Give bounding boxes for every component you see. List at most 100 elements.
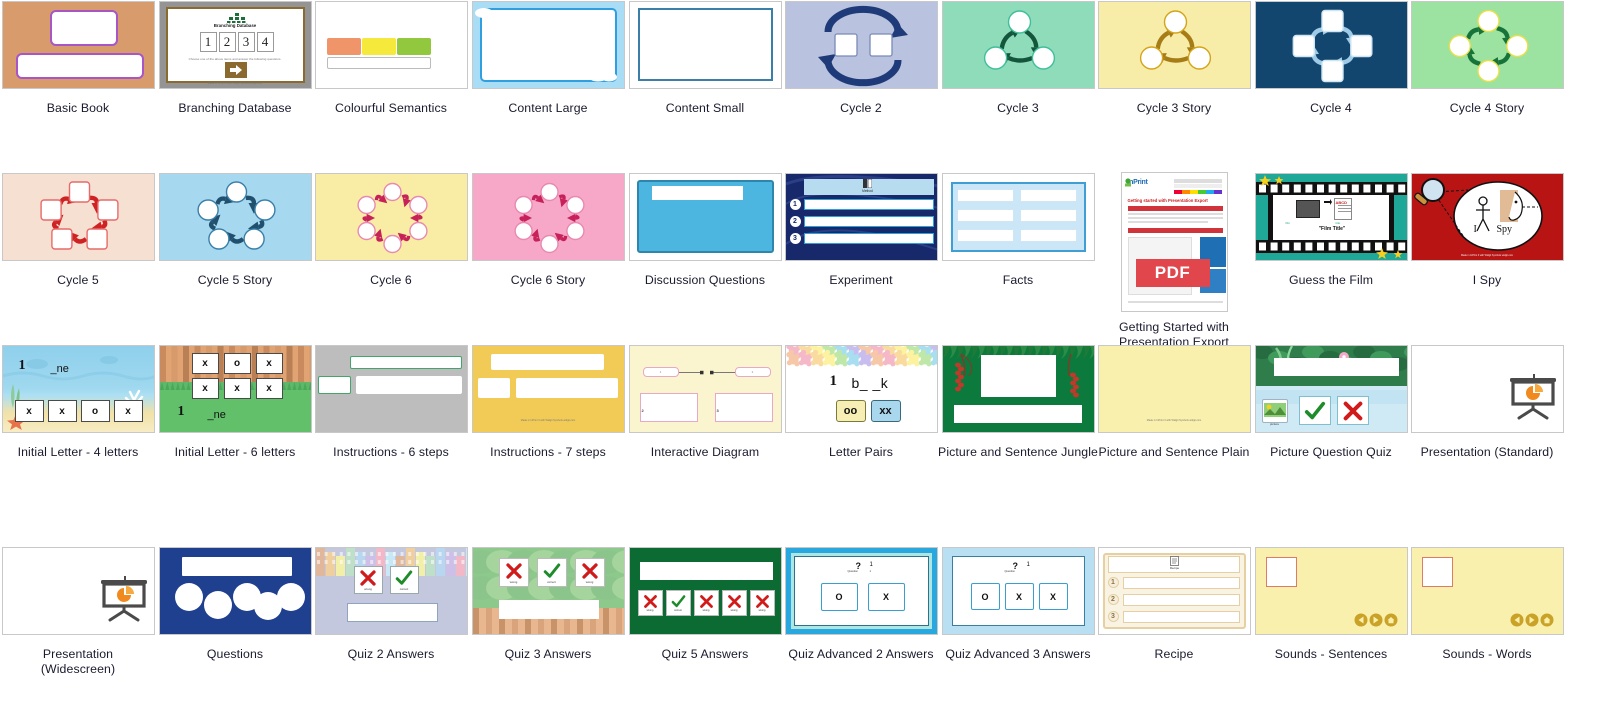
template-thumbnail-guess-the-film[interactable]: ABCD film title "Film Title" <box>1254 173 1408 261</box>
template-card-initial-letter-6[interactable]: xoxxxx 1 _ne Initial Letter - 6 letters <box>157 344 313 460</box>
template-thumbnail-cycle-5[interactable] <box>1 173 155 261</box>
tick-icon[interactable]: correct <box>536 558 567 587</box>
template-card-facts[interactable]: Facts <box>940 172 1096 288</box>
template-card-presentation-standard[interactable]: Presentation (Standard) <box>1409 344 1565 460</box>
template-thumbnail-experiment[interactable]: Method 1 2 3 <box>784 173 938 261</box>
template-thumbnail-cycle-3-story[interactable] <box>1097 1 1251 89</box>
letter-tile[interactable]: o <box>223 353 251 374</box>
template-card-basic-book[interactable]: Basic Book <box>0 0 156 116</box>
cross-icon[interactable]: wrong <box>721 590 747 616</box>
template-thumbnail-initial-letter-6[interactable]: xoxxxx 1 _ne <box>158 345 312 433</box>
template-card-instructions-6[interactable]: Instructions - 6 steps <box>313 344 469 460</box>
tick-icon[interactable] <box>1298 396 1331 425</box>
template-card-content-large[interactable]: Content Large <box>470 0 626 116</box>
template-card-letter-pairs[interactable]: 1 b_ _k oo xx Letter Pairs <box>783 344 939 460</box>
template-card-content-small[interactable]: Content Small <box>627 0 783 116</box>
template-card-sounds-sentences[interactable]: Sounds - Sentences <box>1253 546 1409 662</box>
template-thumbnail-quiz-advanced-2[interactable]: ? Question 1 1 O X <box>784 547 938 635</box>
cross-icon[interactable]: wrong <box>693 590 719 616</box>
template-card-cycle-3-story[interactable]: Cycle 3 Story <box>1096 0 1252 116</box>
template-thumbnail-instructions-6[interactable] <box>314 345 468 433</box>
letter-pair-option[interactable]: oo <box>835 400 866 422</box>
template-thumbnail-presentation-widescreen[interactable] <box>1 547 155 635</box>
tick-icon[interactable]: correct <box>665 590 691 616</box>
template-card-guess-the-film[interactable]: ABCD film title "Film Title" Guess the F… <box>1253 172 1409 288</box>
template-card-cycle-5[interactable]: Cycle 5 <box>0 172 156 288</box>
letter-tile[interactable]: o <box>80 400 110 422</box>
template-card-picture-sentence-plain[interactable]: Made in InPrint 3 with Widgit Symbols wi… <box>1096 344 1252 460</box>
template-card-cycle-6-story[interactable]: Cycle 6 Story <box>470 172 626 288</box>
template-card-quiz-3-answers[interactable]: wrong correct wrong Quiz 3 Answers <box>470 546 626 662</box>
template-thumbnail-instructions-7[interactable]: Made in InPrint 3 with Widgit Symbols wi… <box>471 345 625 433</box>
template-card-picture-question-quiz[interactable]: picture Picture Question Quiz <box>1253 344 1409 460</box>
template-thumbnail-quiz-2-answers[interactable]: wrong correct <box>314 547 468 635</box>
cross-icon[interactable]: wrong <box>498 558 529 587</box>
template-thumbnail-basic-book[interactable] <box>1 1 155 89</box>
template-thumbnail-questions[interactable] <box>158 547 312 635</box>
letter-pair-option[interactable]: xx <box>870 400 901 422</box>
template-card-cycle-4[interactable]: Cycle 4 <box>1253 0 1409 116</box>
template-card-i-spy[interactable]: I Spy Made in InPrint 3 with Widgit Symb… <box>1409 172 1565 288</box>
cross-icon[interactable]: wrong <box>749 590 775 616</box>
nav-icons[interactable] <box>1510 613 1554 627</box>
template-thumbnail-cycle-4[interactable] <box>1254 1 1408 89</box>
answer-option[interactable]: X <box>1038 583 1068 610</box>
template-card-colourful-semantics[interactable]: Colourful Semantics <box>313 0 469 116</box>
template-card-cycle-3[interactable]: Cycle 3 <box>940 0 1096 116</box>
template-thumbnail-presentation-standard[interactable] <box>1410 345 1564 433</box>
template-thumbnail-facts[interactable] <box>941 173 1095 261</box>
template-thumbnail-branching-database[interactable]: Branching Database 1234 Choose one of th… <box>158 1 312 89</box>
template-thumbnail-cycle-6-story[interactable] <box>471 173 625 261</box>
diagram-tag[interactable]: 1 <box>642 367 679 377</box>
template-thumbnail-picture-sentence-jungle[interactable] <box>941 345 1095 433</box>
letter-tile[interactable]: x <box>47 400 77 422</box>
template-thumbnail-cycle-5-story[interactable] <box>158 173 312 261</box>
template-card-branching-database[interactable]: Branching Database 1234 Choose one of th… <box>157 0 313 116</box>
template-thumbnail-initial-letter-4[interactable]: 1 _ne xxox <box>1 345 155 433</box>
letter-tile[interactable]: x <box>14 400 44 422</box>
letter-tile[interactable]: x <box>191 378 219 399</box>
template-thumbnail-quiz-3-answers[interactable]: wrong correct wrong <box>471 547 625 635</box>
template-card-quiz-2-answers[interactable]: wrong correct Quiz 2 Answers <box>313 546 469 662</box>
template-card-questions[interactable]: Questions <box>157 546 313 662</box>
template-card-recipe[interactable]: Recipe 1 2 3 Recipe <box>1096 546 1252 662</box>
cross-icon[interactable] <box>1336 396 1369 425</box>
template-card-cycle-2[interactable]: Cycle 2 <box>783 0 939 116</box>
letter-tile[interactable]: x <box>113 400 143 422</box>
template-thumbnail-colourful-semantics[interactable] <box>314 1 468 89</box>
letter-tile[interactable]: x <box>255 353 283 374</box>
answer-option[interactable]: O <box>820 583 858 611</box>
template-card-instructions-7[interactable]: Made in InPrint 3 with Widgit Symbols wi… <box>470 344 626 460</box>
template-thumbnail-cycle-4-story[interactable] <box>1410 1 1564 89</box>
template-thumbnail-cycle-2[interactable] <box>784 1 938 89</box>
template-thumbnail-cycle-3[interactable] <box>941 1 1095 89</box>
letter-tile[interactable]: x <box>191 353 219 374</box>
answer-option[interactable]: X <box>1004 583 1034 610</box>
tick-icon[interactable]: correct <box>389 566 419 594</box>
template-card-cycle-6[interactable]: Cycle 6 <box>313 172 469 288</box>
template-thumbnail-i-spy[interactable]: I Spy Made in InPrint 3 with Widgit Symb… <box>1410 173 1564 261</box>
template-thumbnail-content-large[interactable] <box>471 1 625 89</box>
template-thumbnail-content-small[interactable] <box>628 1 782 89</box>
template-card-presentation-widescreen[interactable]: Presentation (Widescreen) <box>0 546 156 677</box>
template-thumbnail-getting-started[interactable]: InPrint Getting started with Presentatio… <box>1120 172 1228 312</box>
answer-option[interactable]: X <box>867 583 905 611</box>
template-thumbnail-sounds-words[interactable] <box>1410 547 1564 635</box>
template-card-getting-started[interactable]: InPrint Getting started with Presentatio… <box>1096 172 1252 350</box>
cross-icon[interactable]: wrong <box>353 566 383 594</box>
template-thumbnail-picture-question-quiz[interactable]: picture <box>1254 345 1408 433</box>
template-thumbnail-cycle-6[interactable] <box>314 173 468 261</box>
template-card-quiz-advanced-2[interactable]: ? Question 1 1 O X Quiz Advanced 2 Answer… <box>783 546 939 662</box>
nav-icons[interactable] <box>1354 613 1398 627</box>
template-thumbnail-quiz-5-answers[interactable]: wrong correct wrong wrong wrong <box>628 547 782 635</box>
template-thumbnail-letter-pairs[interactable]: 1 b_ _k oo xx <box>784 345 938 433</box>
letter-tile[interactable]: x <box>223 378 251 399</box>
letter-tile[interactable]: x <box>255 378 283 399</box>
answer-option[interactable]: O <box>970 583 1000 610</box>
template-thumbnail-quiz-advanced-3[interactable]: ? Question 1 OXX <box>941 547 1095 635</box>
template-card-discussion-questions[interactable]: Discussion Questions <box>627 172 783 288</box>
template-thumbnail-sounds-sentences[interactable] <box>1254 547 1408 635</box>
template-thumbnail-interactive-diagram[interactable]: 1 2 2 3 <box>628 345 782 433</box>
template-card-experiment[interactable]: Method 1 2 3 Experiment <box>783 172 939 288</box>
template-card-interactive-diagram[interactable]: 1 2 2 3 Interactive Diagram <box>627 344 783 460</box>
